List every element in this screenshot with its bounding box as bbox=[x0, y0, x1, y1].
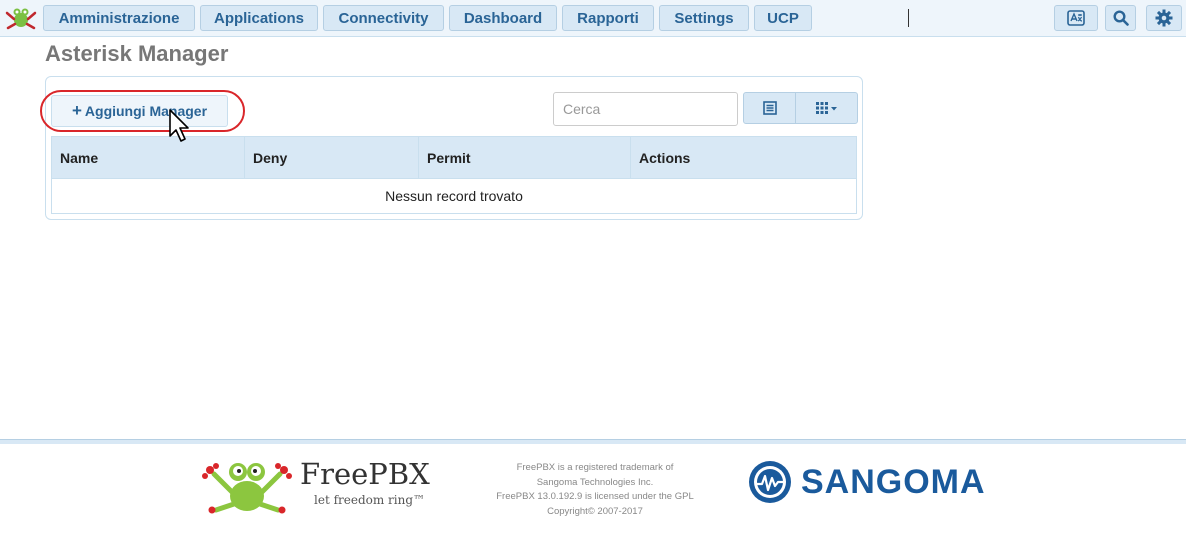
sangoma-brand: SANGOMA bbox=[801, 463, 986, 501]
language-button[interactable] bbox=[1054, 5, 1098, 31]
settings-button[interactable] bbox=[1146, 5, 1182, 31]
column-header-actions[interactable]: Actions bbox=[631, 137, 856, 178]
top-navbar: Amministrazione Applications Connectivit… bbox=[0, 0, 1186, 37]
columns-dropdown-button[interactable] bbox=[795, 92, 858, 124]
nav-dashboard[interactable]: Dashboard bbox=[449, 5, 557, 31]
search-button[interactable] bbox=[1105, 5, 1136, 31]
add-manager-label: Aggiungi Manager bbox=[84, 103, 208, 119]
search-icon bbox=[1112, 10, 1129, 26]
nav-settings[interactable]: Settings bbox=[659, 5, 749, 31]
text-cursor-divider bbox=[908, 9, 909, 27]
toggle-view-button[interactable] bbox=[743, 92, 796, 124]
freepbx-tagline: let freedom ring™ bbox=[314, 493, 426, 507]
legal-line: FreePBX 13.0.192.9 is licensed under the… bbox=[496, 491, 694, 502]
legal-notice: FreePBX is a registered trademark of San… bbox=[480, 461, 710, 519]
column-header-name[interactable]: Name bbox=[52, 137, 245, 178]
list-view-icon bbox=[762, 101, 777, 115]
nav-rapporti[interactable]: Rapporti bbox=[562, 5, 654, 31]
legal-line: Copyright© 2007-2017 bbox=[547, 505, 643, 517]
page-title: Asterisk Manager bbox=[45, 41, 229, 66]
empty-table-message: Nessun record trovato bbox=[385, 188, 523, 204]
managers-table: Name Deny Permit Actions Nessun record t… bbox=[51, 136, 857, 214]
column-header-permit[interactable]: Permit bbox=[419, 137, 631, 178]
gear-icon bbox=[1155, 9, 1173, 27]
nav-connectivity[interactable]: Connectivity bbox=[323, 5, 444, 31]
language-icon bbox=[1067, 10, 1085, 26]
freepbx-brand: FreePBX bbox=[300, 457, 430, 491]
nav-applications[interactable]: Applications bbox=[200, 5, 318, 31]
add-manager-button[interactable]: + Aggiungi Manager bbox=[51, 95, 228, 127]
legal-line: FreePBX is a registered trademark of bbox=[516, 462, 674, 473]
nav-amministrazione[interactable]: Amministrazione bbox=[43, 5, 195, 31]
sangoma-logo-icon bbox=[749, 461, 791, 503]
freepbx-frog-logo-icon bbox=[202, 463, 292, 514]
nav-ucp[interactable]: UCP bbox=[754, 5, 812, 31]
plus-icon: + bbox=[71, 101, 82, 120]
freepbx-logo-icon[interactable] bbox=[4, 5, 38, 31]
footer-divider bbox=[0, 439, 1186, 444]
legal-line: Sangoma Technologies Inc. bbox=[536, 476, 654, 488]
table-header: Name Deny Permit Actions bbox=[52, 137, 856, 179]
search-input[interactable] bbox=[553, 92, 738, 126]
column-header-deny[interactable]: Deny bbox=[245, 137, 419, 178]
columns-grid-icon bbox=[815, 102, 837, 114]
